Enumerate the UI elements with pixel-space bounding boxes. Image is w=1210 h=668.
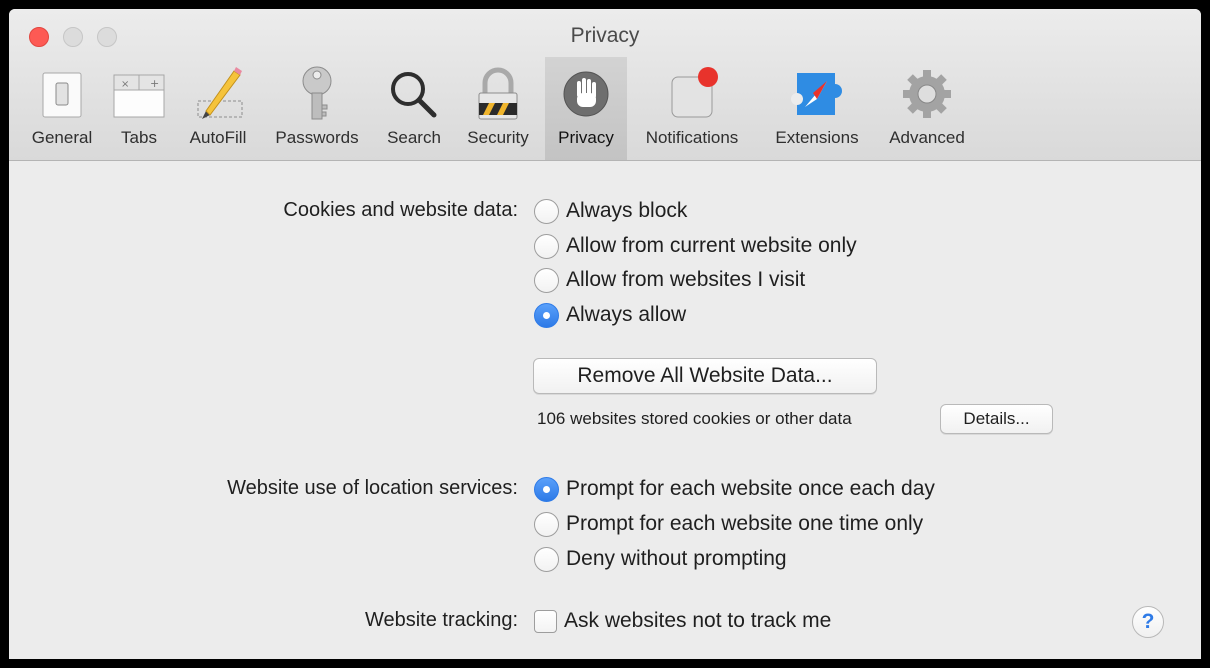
titlebar: Privacy General × + Tabs AutoFill Passwo… <box>9 9 1201 161</box>
radio-button[interactable] <box>534 546 559 572</box>
general-switch-icon <box>42 72 82 118</box>
cookies-label: Cookies and website data: <box>283 199 518 221</box>
tab-autofill[interactable]: AutoFill <box>181 57 255 160</box>
tab-label: General <box>31 128 93 147</box>
tab-general[interactable]: General <box>21 57 103 160</box>
location-option-deny[interactable]: Deny without prompting <box>534 546 787 572</box>
help-button[interactable]: ? <box>1132 606 1164 638</box>
tab-search[interactable]: Search <box>377 57 451 160</box>
puzzle-compass-icon <box>791 73 842 115</box>
tab-advanced[interactable]: Advanced <box>879 57 975 160</box>
do-not-track-option[interactable]: Ask websites not to track me <box>534 608 831 634</box>
tab-label: AutoFill <box>189 128 247 147</box>
pencil-icon <box>197 67 243 119</box>
preferences-toolbar: General × + Tabs AutoFill Passwords Sear… <box>9 57 1201 160</box>
details-button[interactable]: Details... <box>940 404 1053 434</box>
cookies-option-always-allow[interactable]: Always allow <box>534 302 686 328</box>
key-icon <box>302 66 332 120</box>
location-services-label: Website use of location services: <box>227 477 518 499</box>
stored-cookies-count: 106 websites stored cookies or other dat… <box>537 409 852 428</box>
window-title: Privacy <box>570 24 640 47</box>
radio-button[interactable] <box>534 198 559 224</box>
option-label: Always allow <box>566 303 687 326</box>
tab-label: Security <box>467 128 529 147</box>
cookies-option-websites-visited[interactable]: Allow from websites I visit <box>534 267 805 293</box>
tab-notifications[interactable]: Notifications <box>631 57 753 160</box>
tab-label: Extensions <box>775 128 859 147</box>
notification-badge-icon <box>671 67 718 118</box>
tab-tabs[interactable]: × + Tabs <box>107 57 171 160</box>
website-tracking-label: Website tracking: <box>364 609 518 631</box>
padlock-icon <box>478 67 518 120</box>
tab-label: Privacy <box>558 128 614 147</box>
tab-label: Notifications <box>645 128 739 147</box>
preferences-window: Privacy General × + Tabs AutoFill Passwo… <box>9 9 1201 659</box>
svg-text:×: × <box>121 79 129 90</box>
radio-button-selected[interactable] <box>534 302 559 328</box>
tabs-icon: × + <box>113 74 165 118</box>
cookies-option-always-block[interactable]: Always block <box>534 198 687 224</box>
magnifier-icon <box>391 72 437 118</box>
tab-label: Search <box>387 128 441 147</box>
gear-icon <box>903 70 951 118</box>
tab-label: Tabs <box>121 128 157 147</box>
location-option-one-time-only[interactable]: Prompt for each website one time only <box>534 511 923 537</box>
tab-security[interactable]: Security <box>457 57 539 160</box>
svg-text:+: + <box>150 77 159 90</box>
hand-icon <box>563 71 609 117</box>
do-not-track-checkbox[interactable] <box>534 609 557 633</box>
option-label: Always block <box>566 199 688 222</box>
radio-button[interactable] <box>534 233 559 259</box>
privacy-pane: Cookies and website data: Always block A… <box>9 161 1201 659</box>
tab-label: Advanced <box>889 128 965 147</box>
remove-all-website-data-button[interactable]: Remove All Website Data... <box>533 358 877 394</box>
radio-button[interactable] <box>534 267 559 293</box>
tab-extensions[interactable]: Extensions <box>763 57 871 160</box>
option-label: Allow from current website only <box>566 234 857 257</box>
tab-label: Passwords <box>275 128 359 147</box>
tab-passwords[interactable]: Passwords <box>263 57 371 160</box>
radio-button[interactable] <box>534 511 559 537</box>
option-label: Allow from websites I visit <box>566 268 806 291</box>
option-label: Prompt for each website one time only <box>566 512 924 535</box>
tab-privacy[interactable]: Privacy <box>545 57 627 160</box>
option-label: Ask websites not to track me <box>564 609 832 632</box>
option-label: Prompt for each website once each day <box>566 477 935 500</box>
option-label: Deny without prompting <box>566 547 787 570</box>
location-option-once-each-day[interactable]: Prompt for each website once each day <box>534 476 935 502</box>
cookies-option-current-website[interactable]: Allow from current website only <box>534 233 857 259</box>
radio-button-selected[interactable] <box>534 476 559 502</box>
